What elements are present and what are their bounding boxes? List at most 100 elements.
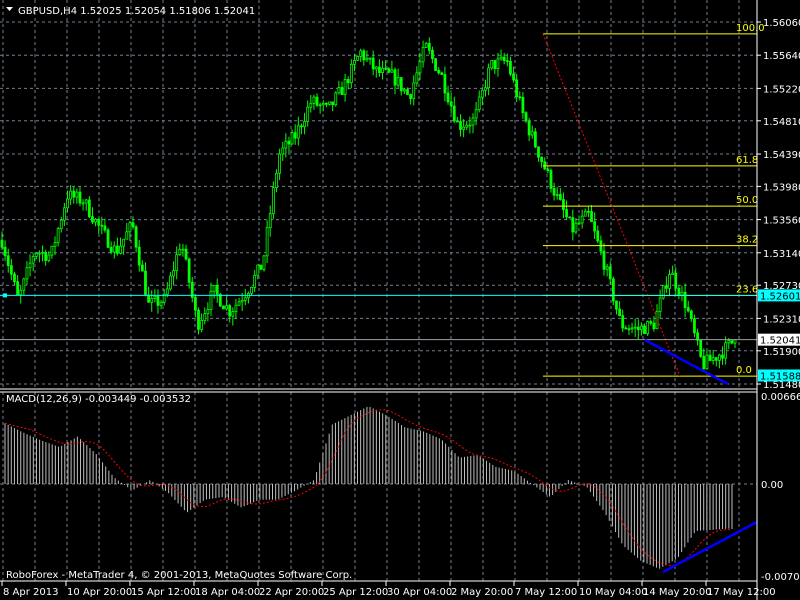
bear-candle <box>371 57 375 70</box>
bear-candle <box>509 60 512 75</box>
bear-candle <box>218 293 222 307</box>
bull-candle <box>209 290 213 310</box>
bull-candle <box>34 253 38 257</box>
time-tick-label: 10 May 04:00 <box>579 587 648 598</box>
bear-candle <box>721 354 724 359</box>
bull-candle <box>38 252 41 255</box>
bull-candle <box>56 228 60 244</box>
bull-candle <box>275 172 278 189</box>
bear-candle <box>406 89 409 95</box>
bear-candle <box>106 229 110 248</box>
bull-candle <box>727 340 731 344</box>
bull-candle <box>53 242 57 247</box>
bear-candle <box>187 258 191 283</box>
bear-candle <box>393 69 397 86</box>
bear-candle <box>524 112 528 122</box>
bull-candle <box>318 104 322 107</box>
price-tick-label: 1.53140 <box>763 249 800 260</box>
price-tick-label: 1.54810 <box>763 117 800 128</box>
bull-candle <box>165 288 169 295</box>
bear-candle <box>156 295 160 306</box>
bear-candle <box>505 60 509 63</box>
bear-candle <box>593 221 597 232</box>
bear-candle <box>384 67 388 70</box>
bear-candle <box>699 339 703 357</box>
bear-candle <box>549 170 553 189</box>
bull-candle <box>328 101 331 105</box>
bull-candle <box>705 354 709 370</box>
price-label: 1.52041 <box>760 336 800 347</box>
price-label: 1.51588 <box>760 371 800 382</box>
bear-candle <box>399 77 403 92</box>
bear-candle <box>140 264 144 272</box>
bull-candle <box>268 213 272 229</box>
bear-candle <box>131 222 135 228</box>
bull-candle <box>178 249 182 256</box>
bull-candle <box>661 285 665 299</box>
fib-level-label: 38.2 <box>736 235 758 246</box>
fib-level-label: 61.8 <box>736 155 758 166</box>
bear-candle <box>693 318 696 334</box>
bull-candle <box>234 304 238 312</box>
bull-candle <box>640 325 643 331</box>
bull-candle <box>474 109 478 119</box>
time-tick-label: 17 May 12:00 <box>707 587 776 598</box>
time-tick-label: 15 Apr 12:00 <box>131 587 196 598</box>
macd-signal-line <box>4 409 733 566</box>
bear-candle <box>259 264 263 270</box>
bull-candle <box>62 207 66 221</box>
bull-candle <box>159 301 163 306</box>
bull-candle <box>396 77 400 86</box>
bull-candle <box>153 295 157 299</box>
price-label: 1.52601 <box>760 291 800 302</box>
bear-candle <box>215 285 219 295</box>
bear-candle <box>618 308 621 317</box>
bear-candle <box>664 285 668 289</box>
bear-candle <box>590 211 593 223</box>
bull-candle <box>128 222 132 233</box>
bull-candle <box>658 297 662 312</box>
bull-candle <box>206 309 210 315</box>
bull-candle <box>711 357 715 361</box>
price-tick-label: 1.55640 <box>763 51 800 62</box>
time-tick-label: 7 May 12:00 <box>515 587 577 598</box>
time-tick-label: 8 Apr 2013 <box>3 587 58 598</box>
bear-candle <box>615 300 618 310</box>
price-tick-label: 1.53560 <box>763 216 800 227</box>
bull-candle <box>253 274 257 288</box>
candles <box>0 37 737 372</box>
bear-candle <box>689 310 693 319</box>
collapse-triangle-icon[interactable] <box>6 7 13 11</box>
bull-candle <box>122 238 126 247</box>
time-tick-label: 14 May 20:00 <box>643 587 712 598</box>
bear-candle <box>608 266 612 280</box>
bull-candle <box>256 264 260 276</box>
bull-candle <box>605 266 609 270</box>
bull-candle <box>31 256 35 264</box>
bull-candle <box>69 190 73 200</box>
bear-candle <box>546 168 550 171</box>
bull-candle <box>169 275 172 290</box>
bull-candle <box>718 354 721 361</box>
bull-candle <box>646 321 650 335</box>
bull-candle <box>231 311 235 317</box>
bull-candle <box>353 59 356 65</box>
bear-candle <box>6 255 10 266</box>
mt4-chart[interactable]: 100.0 61.8 50.0 38.2 23.6 0.0 1.56060 1.55640 1… <box>0 0 800 600</box>
bull-candle <box>574 222 578 233</box>
bear-candle <box>197 309 200 330</box>
macd-tick-label: -0.007049 <box>761 572 800 583</box>
bear-candle <box>611 278 615 302</box>
bull-candle <box>203 313 207 321</box>
bull-candle <box>262 255 266 270</box>
bull-candle <box>119 245 122 254</box>
bear-candle <box>552 188 556 196</box>
bull-candle <box>368 57 372 60</box>
bear-candle <box>287 140 291 145</box>
bear-candle <box>362 50 366 61</box>
bull-candle <box>580 215 584 224</box>
bear-candle <box>568 216 572 219</box>
bull-candle <box>418 61 422 74</box>
bull-candle <box>402 89 406 92</box>
price-tick-label: 1.54390 <box>763 150 800 161</box>
